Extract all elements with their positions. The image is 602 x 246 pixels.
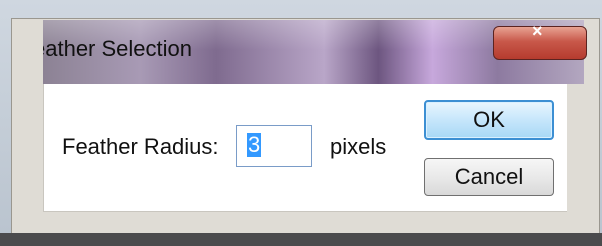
ok-button[interactable]: OK — [424, 100, 554, 140]
feather-radius-label: Feather Radius: — [62, 134, 219, 159]
units-label: pixels — [330, 134, 387, 159]
close-icon: × — [532, 21, 543, 41]
cancel-button-label: Cancel — [454, 164, 524, 189]
dialog-border-right — [567, 84, 584, 212]
feather-radius-value[interactable]: 3 — [247, 133, 262, 157]
dialog-title: eather Selection — [43, 36, 192, 61]
cancel-button[interactable]: Cancel — [424, 158, 554, 196]
taskbar-strip — [0, 233, 602, 246]
close-button[interactable]: × — [493, 21, 587, 60]
ok-button-label: OK — [473, 107, 505, 132]
